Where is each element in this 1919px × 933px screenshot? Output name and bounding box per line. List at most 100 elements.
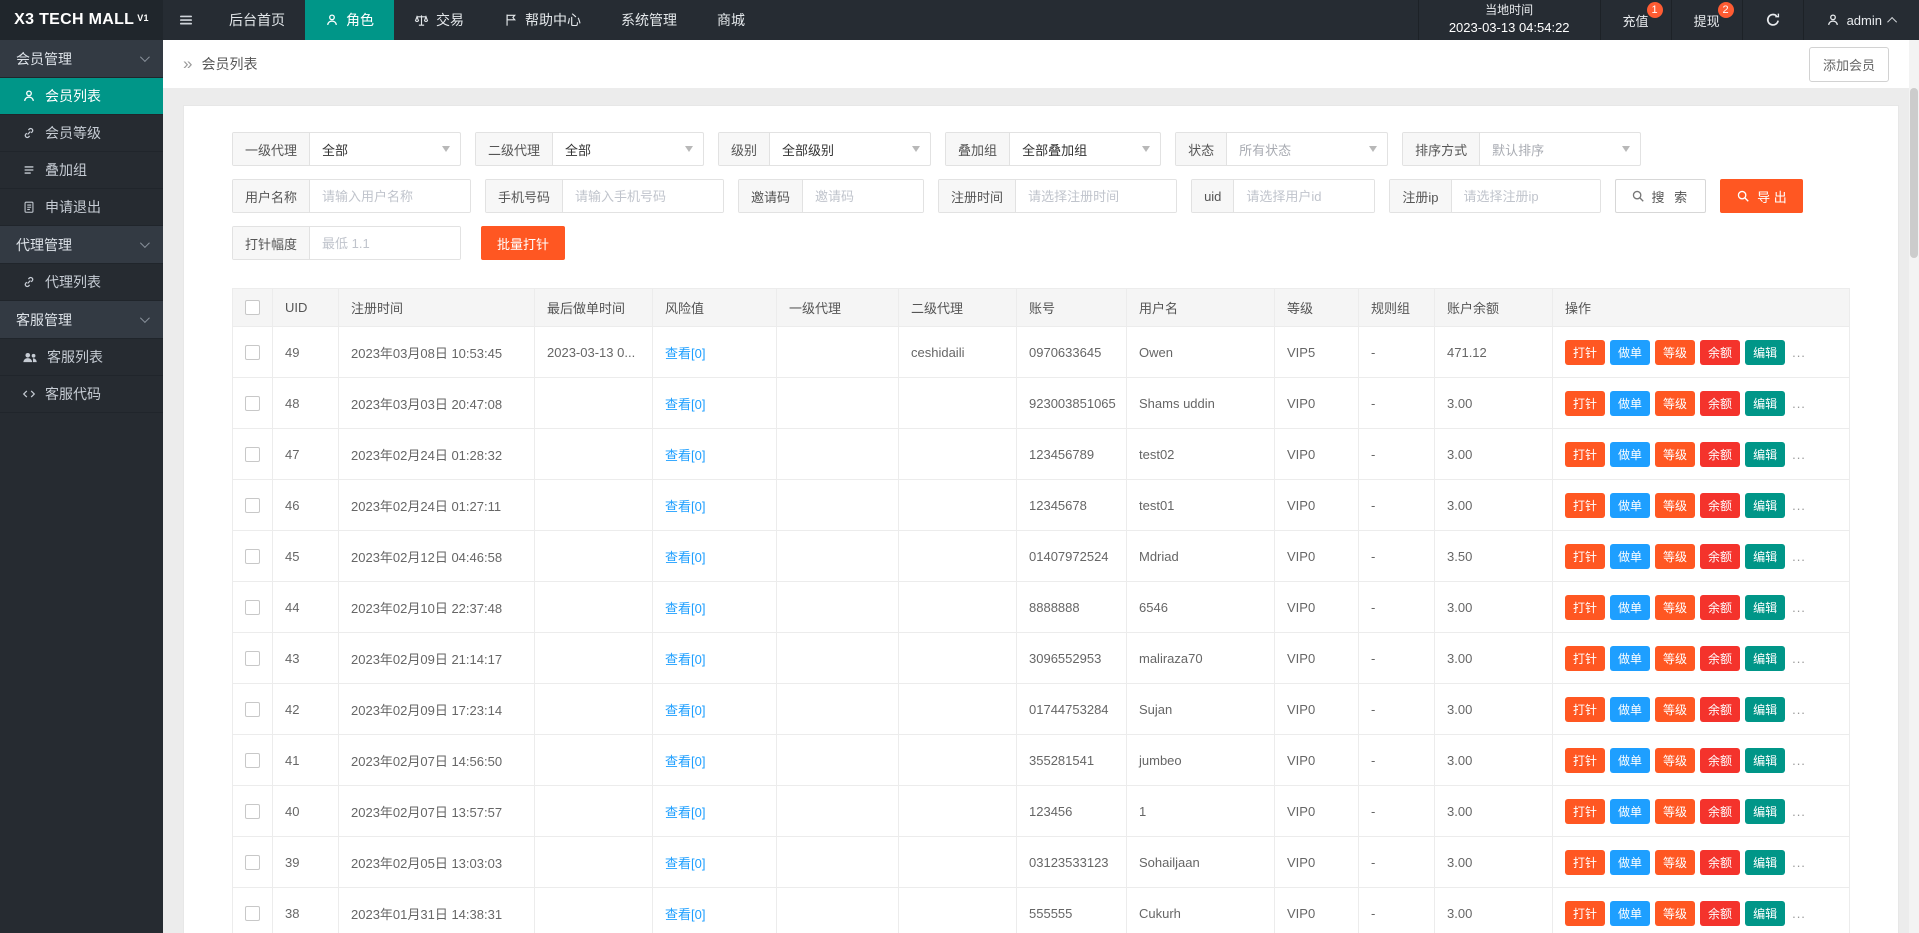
- action-button-level[interactable]: 等级: [1655, 798, 1696, 824]
- action-button-balance[interactable]: 余额: [1700, 645, 1741, 671]
- more-actions-button[interactable]: ...: [1792, 906, 1806, 921]
- row-checkbox[interactable]: [245, 395, 260, 411]
- register-ip-input[interactable]: [1451, 180, 1600, 212]
- action-button-level[interactable]: 等级: [1655, 747, 1696, 773]
- action-button-level[interactable]: 等级: [1655, 492, 1696, 518]
- action-button-order[interactable]: 做单: [1610, 645, 1651, 671]
- sidebar-item-agent-list[interactable]: 代理列表: [0, 264, 163, 301]
- risk-view-link[interactable]: 查看[0]: [665, 496, 705, 515]
- action-button-edit[interactable]: 编辑: [1745, 441, 1786, 467]
- invite-code-input[interactable]: [803, 180, 924, 212]
- recharge-button[interactable]: 充值 1: [1599, 0, 1671, 40]
- row-checkbox[interactable]: [245, 854, 260, 870]
- action-button-inject[interactable]: 打针: [1565, 543, 1606, 569]
- nav-item-transactions[interactable]: 交易: [394, 0, 484, 40]
- action-button-edit[interactable]: 编辑: [1745, 798, 1786, 824]
- action-button-inject[interactable]: 打针: [1565, 441, 1606, 467]
- row-checkbox[interactable]: [245, 548, 260, 564]
- risk-view-link[interactable]: 查看[0]: [665, 343, 705, 362]
- action-button-balance[interactable]: 余额: [1700, 849, 1741, 875]
- action-button-balance[interactable]: 余额: [1700, 798, 1741, 824]
- level-select[interactable]: 全部级别: [770, 133, 930, 165]
- action-button-inject[interactable]: 打针: [1565, 645, 1606, 671]
- sidebar-group-agent-management[interactable]: 代理管理: [0, 226, 163, 264]
- action-button-edit[interactable]: 编辑: [1745, 849, 1786, 875]
- action-button-balance[interactable]: 余额: [1700, 390, 1741, 416]
- more-actions-button[interactable]: ...: [1792, 855, 1806, 870]
- action-button-order[interactable]: 做单: [1610, 900, 1651, 926]
- row-checkbox[interactable]: [245, 446, 260, 462]
- sidebar-item-member-list[interactable]: 会员列表: [0, 78, 163, 115]
- row-checkbox[interactable]: [245, 650, 260, 666]
- action-button-edit[interactable]: 编辑: [1745, 747, 1786, 773]
- sidebar-group-member-management[interactable]: 会员管理: [0, 40, 163, 78]
- row-checkbox[interactable]: [245, 344, 260, 360]
- action-button-order[interactable]: 做单: [1610, 696, 1651, 722]
- register-time-input[interactable]: [1016, 180, 1177, 212]
- sidebar-toggle-button[interactable]: [163, 0, 209, 40]
- action-button-balance[interactable]: 余额: [1700, 900, 1741, 926]
- action-button-inject[interactable]: 打针: [1565, 849, 1606, 875]
- action-button-inject[interactable]: 打针: [1565, 747, 1606, 773]
- nav-item-roles[interactable]: 角色: [305, 0, 394, 40]
- level2-agent-select[interactable]: 全部: [553, 133, 703, 165]
- more-actions-button[interactable]: ...: [1792, 498, 1806, 513]
- action-button-inject[interactable]: 打针: [1565, 390, 1606, 416]
- action-button-edit[interactable]: 编辑: [1745, 492, 1786, 518]
- row-checkbox[interactable]: [245, 497, 260, 513]
- refresh-button[interactable]: [1741, 0, 1803, 40]
- action-button-inject[interactable]: 打针: [1565, 798, 1606, 824]
- more-actions-button[interactable]: ...: [1792, 651, 1806, 666]
- action-button-inject[interactable]: 打针: [1565, 696, 1606, 722]
- row-checkbox[interactable]: [245, 905, 260, 921]
- action-button-level[interactable]: 等级: [1655, 696, 1696, 722]
- action-button-inject[interactable]: 打针: [1565, 339, 1606, 365]
- action-button-balance[interactable]: 余额: [1700, 543, 1741, 569]
- more-actions-button[interactable]: ...: [1792, 600, 1806, 615]
- risk-view-link[interactable]: 查看[0]: [665, 547, 705, 566]
- action-button-order[interactable]: 做单: [1610, 390, 1651, 416]
- select-all-checkbox[interactable]: [245, 300, 260, 315]
- action-button-edit[interactable]: 编辑: [1745, 543, 1786, 569]
- search-button[interactable]: 搜 索: [1614, 179, 1707, 213]
- action-button-inject[interactable]: 打针: [1565, 492, 1606, 518]
- action-button-balance[interactable]: 余额: [1700, 594, 1741, 620]
- action-button-level[interactable]: 等级: [1655, 339, 1696, 365]
- nav-item-system[interactable]: 系统管理: [601, 0, 697, 40]
- more-actions-button[interactable]: ...: [1792, 345, 1806, 360]
- inject-range-input[interactable]: [310, 227, 461, 259]
- action-button-edit[interactable]: 编辑: [1745, 390, 1786, 416]
- risk-view-link[interactable]: 查看[0]: [665, 445, 705, 464]
- action-button-edit[interactable]: 编辑: [1745, 594, 1786, 620]
- action-button-level[interactable]: 等级: [1655, 594, 1696, 620]
- risk-view-link[interactable]: 查看[0]: [665, 700, 705, 719]
- sidebar-item-stack-group[interactable]: 叠加组: [0, 152, 163, 189]
- action-button-edit[interactable]: 编辑: [1745, 339, 1786, 365]
- batch-inject-button[interactable]: 批量打针: [481, 226, 566, 260]
- scrollbar-thumb[interactable]: [1910, 88, 1918, 258]
- action-button-level[interactable]: 等级: [1655, 645, 1696, 671]
- sidebar-item-member-level[interactable]: 会员等级: [0, 115, 163, 152]
- more-actions-button[interactable]: ...: [1792, 702, 1806, 717]
- row-checkbox[interactable]: [245, 752, 260, 768]
- row-checkbox[interactable]: [245, 599, 260, 615]
- row-checkbox[interactable]: [245, 701, 260, 717]
- nav-item-dashboard[interactable]: 后台首页: [209, 0, 305, 40]
- action-button-inject[interactable]: 打针: [1565, 594, 1606, 620]
- risk-view-link[interactable]: 查看[0]: [665, 904, 705, 923]
- action-button-balance[interactable]: 余额: [1700, 339, 1741, 365]
- action-button-level[interactable]: 等级: [1655, 849, 1696, 875]
- sidebar-group-service-management[interactable]: 客服管理: [0, 301, 163, 339]
- sidebar-item-exit-request[interactable]: 申请退出: [0, 189, 163, 226]
- action-button-edit[interactable]: 编辑: [1745, 900, 1786, 926]
- more-actions-button[interactable]: ...: [1792, 396, 1806, 411]
- action-button-balance[interactable]: 余额: [1700, 747, 1741, 773]
- level1-agent-select[interactable]: 全部: [310, 133, 460, 165]
- action-button-order[interactable]: 做单: [1610, 441, 1651, 467]
- action-button-level[interactable]: 等级: [1655, 900, 1696, 926]
- more-actions-button[interactable]: ...: [1792, 804, 1806, 819]
- risk-view-link[interactable]: 查看[0]: [665, 802, 705, 821]
- status-select[interactable]: 所有状态: [1227, 133, 1387, 165]
- sidebar-item-service-code[interactable]: 客服代码: [0, 376, 163, 413]
- sidebar-item-service-list[interactable]: 客服列表: [0, 339, 163, 376]
